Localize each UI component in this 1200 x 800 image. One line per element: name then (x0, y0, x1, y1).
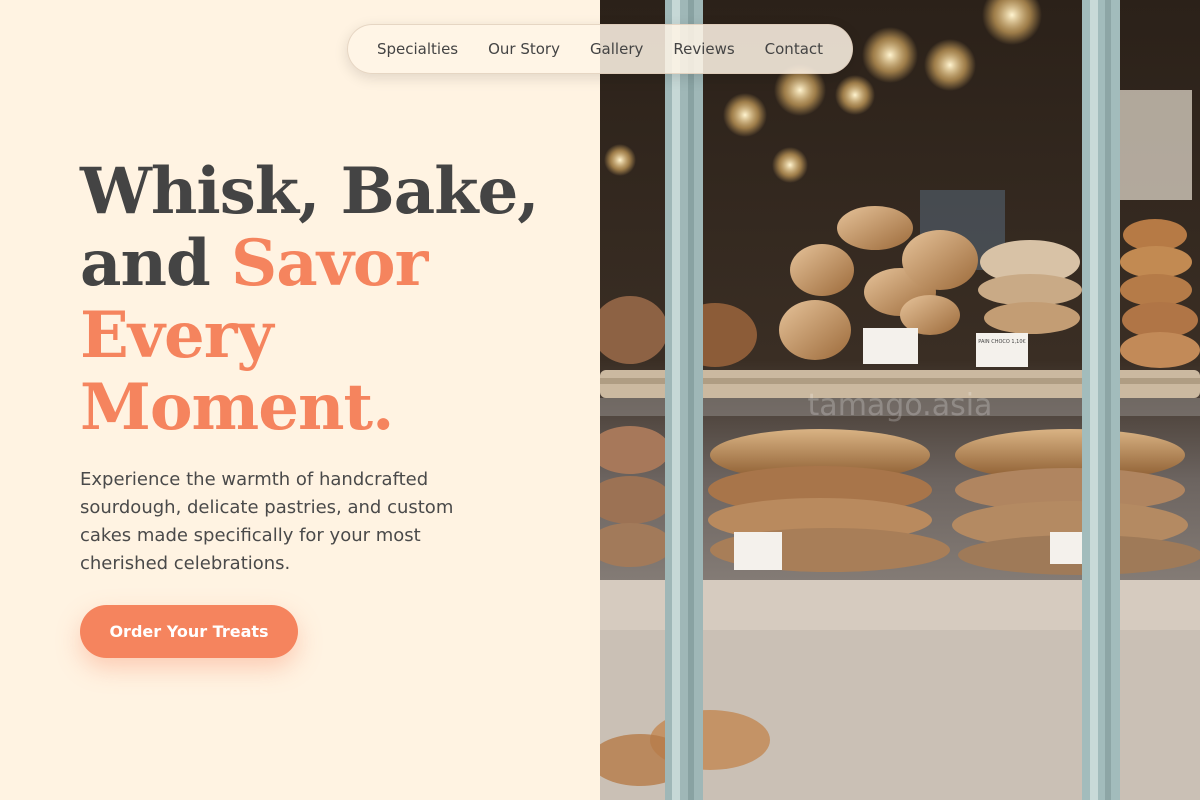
nav-link-our-story[interactable]: Our Story (488, 40, 560, 58)
price-tag-upper-label: PAIN CHOCO 1,10€ (978, 339, 1025, 345)
bakery-display-case-image: PAIN CHOCO 1,10€ tamago.asia (600, 0, 1200, 800)
price-tag-lower-right (1050, 532, 1082, 564)
nav-link-gallery[interactable]: Gallery (590, 40, 643, 58)
nav-link-contact[interactable]: Contact (765, 40, 823, 58)
headline-line-1: Whisk, Bake, (80, 154, 540, 229)
hero-left-panel: Whisk, Bake, and Savor Every Moment. Exp… (0, 0, 600, 800)
price-tag-upper-middle (863, 328, 918, 364)
bakery-photo: PAIN CHOCO 1,10€ tamago.asia (600, 0, 1200, 800)
hero-headline: Whisk, Bake, and Savor Every Moment. (80, 156, 580, 444)
nav-link-reviews[interactable]: Reviews (673, 40, 734, 58)
order-treats-button[interactable]: Order Your Treats (80, 605, 298, 658)
headline-line-2-plain: and (80, 226, 232, 301)
hero-description: Experience the warmth of handcrafted sou… (80, 469, 454, 574)
photo-watermark: tamago.asia (808, 388, 993, 423)
headline-line-2-accent: Savor (231, 226, 428, 301)
headline-line-3: Every (80, 298, 274, 373)
nav-link-specialties[interactable]: Specialties (377, 40, 458, 58)
top-nav: Specialties Our Story Gallery Reviews Co… (347, 24, 853, 74)
headline-line-4: Moment. (80, 370, 394, 445)
price-tag-lower-left (734, 532, 782, 570)
